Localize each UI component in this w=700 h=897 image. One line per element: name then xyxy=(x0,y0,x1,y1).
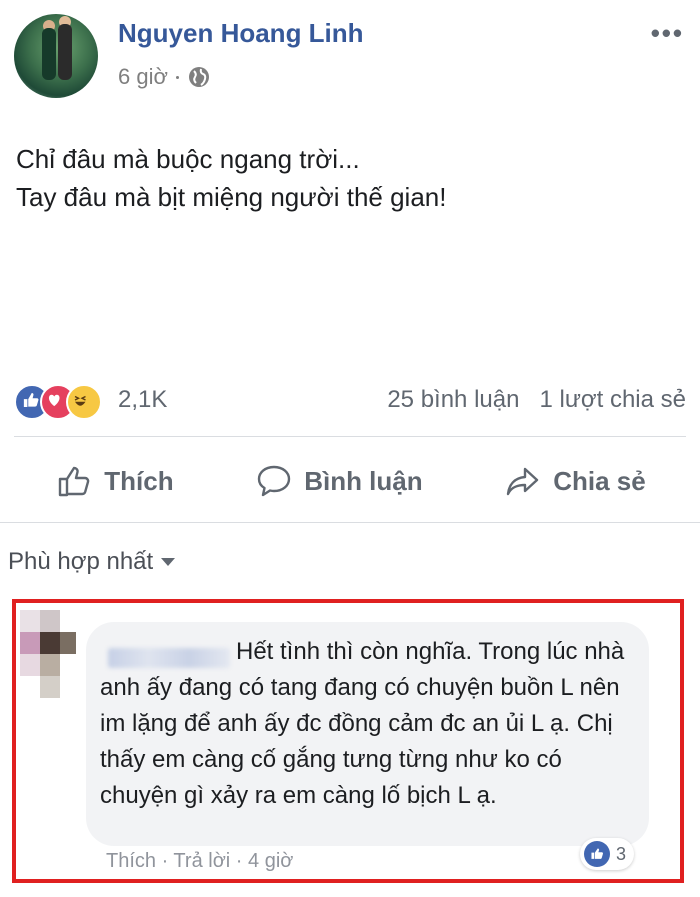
comment-button[interactable]: Bình luận xyxy=(254,461,423,501)
comment-label: Bình luận xyxy=(304,465,423,496)
share-icon xyxy=(506,467,539,496)
comment-sort-dropdown[interactable]: Phù hợp nhất xyxy=(8,548,176,576)
share-label: Chia sẻ xyxy=(553,465,646,496)
comment-count[interactable]: 25 bình luận xyxy=(387,386,519,413)
caret-down-icon xyxy=(161,558,176,566)
more-options-icon[interactable]: ••• xyxy=(651,20,684,46)
post-stats: 25 bình luận 1 lượt chia sẻ xyxy=(387,386,686,414)
author-avatar[interactable] xyxy=(14,14,98,98)
reaction-count[interactable]: 2,1K xyxy=(118,386,167,414)
author-name[interactable]: Nguyen Hoang Linh xyxy=(118,18,364,49)
post-text-line: Chỉ đâu mà buộc ngang trời... xyxy=(16,144,360,174)
divider xyxy=(14,436,686,437)
post-actions: Thích Bình luận Chia sẻ xyxy=(14,444,686,518)
post-text: Chỉ đâu mà buộc ngang trời... Tay đâu mà… xyxy=(16,140,446,216)
post-meta: 6 giờ xyxy=(118,64,211,90)
comment-icon xyxy=(257,465,291,497)
post-text-line: Tay đâu mà bịt miệng người thế gian! xyxy=(16,182,447,212)
globe-icon xyxy=(188,67,209,87)
share-count[interactable]: 1 lượt chia sẻ xyxy=(539,386,686,413)
sort-label: Phù hợp nhất xyxy=(8,548,154,575)
separator-dot xyxy=(175,75,179,79)
highlight-box xyxy=(12,599,684,883)
post-header: Nguyen Hoang Linh 6 giờ ••• xyxy=(14,14,686,104)
haha-icon xyxy=(66,384,102,420)
reactions-bar: 2,1K 25 bình luận 1 lượt chia sẻ xyxy=(14,382,686,422)
like-label: Thích xyxy=(104,465,174,496)
thumbs-up-icon xyxy=(59,466,90,497)
post-time[interactable]: 6 giờ xyxy=(118,64,168,90)
like-button[interactable]: Thích xyxy=(54,461,174,501)
share-button[interactable]: Chia sẻ xyxy=(503,461,646,501)
divider xyxy=(0,522,700,523)
